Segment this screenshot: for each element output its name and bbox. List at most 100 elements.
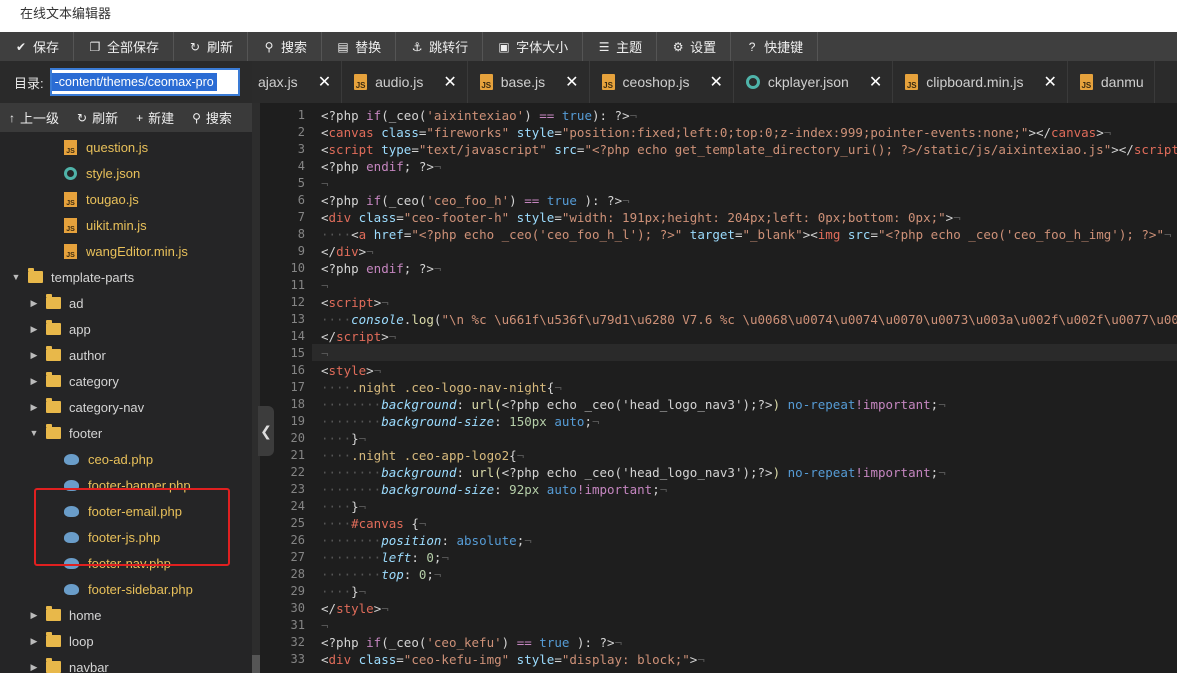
tab-base-js[interactable]: JS base.js ✕ — [468, 61, 590, 103]
save-all-button[interactable]: ❐ 全部保存 — [74, 32, 175, 61]
tab-danmu[interactable]: JS danmu — [1068, 61, 1155, 103]
parent-dir-button[interactable]: ↑ 上一级 — [0, 108, 68, 127]
code-line[interactable]: ¬ — [321, 277, 1177, 294]
caret-right-icon[interactable]: ▶ — [28, 402, 40, 413]
code-line[interactable]: <?php endif; ?>¬ — [321, 260, 1177, 277]
settings-button[interactable]: ⚙ 设置 — [657, 32, 732, 61]
code-line[interactable]: ········position: absolute;¬ — [321, 532, 1177, 549]
code-line[interactable]: ········top: 0;¬ — [321, 566, 1177, 583]
collapse-sidebar-button[interactable]: ❮ — [258, 406, 274, 456]
folder-item[interactable]: ▶ author — [0, 342, 252, 368]
code-line[interactable]: <?php endif; ?>¬ — [321, 158, 1177, 175]
search-button[interactable]: ⚲ 搜索 — [248, 32, 323, 61]
sidebar-search-button[interactable]: ⚲ 搜索 — [183, 108, 241, 127]
line-number: 28 — [290, 567, 305, 581]
close-icon[interactable]: ✕ — [1043, 72, 1056, 92]
close-icon[interactable]: ✕ — [318, 72, 331, 92]
file-item[interactable]: footer-sidebar.php — [0, 576, 252, 602]
code-line[interactable]: <div class="ceo-footer-h" style="width: … — [321, 209, 1177, 226]
folder-item[interactable]: ▶ loop — [0, 628, 252, 654]
chevron-left-icon: ❮ — [260, 422, 272, 439]
file-item[interactable]: JS tougao.js — [0, 186, 252, 212]
code-line[interactable]: ····}¬ — [321, 583, 1177, 600]
folder-item[interactable]: ▶ app — [0, 316, 252, 342]
code-line[interactable]: ····<a href="<?php echo _ceo('ceo_foo_h_… — [321, 226, 1177, 243]
directory-input[interactable]: -content/themes/ceomax-pro — [49, 68, 240, 96]
folder-item[interactable]: ▶ ad — [0, 290, 252, 316]
sidebar-actions: ↑ 上一级 ↻ 刷新 + 新建 ⚲ 搜索 — [0, 103, 252, 132]
file-item[interactable]: JS uikit.min.js — [0, 212, 252, 238]
sidebar-refresh-button[interactable]: ↻ 刷新 — [68, 108, 127, 127]
code-line[interactable]: <canvas class="fireworks" style="positio… — [321, 124, 1177, 141]
code-line[interactable]: ¬ — [321, 175, 1177, 192]
close-icon[interactable]: ✕ — [443, 72, 456, 92]
theme-button[interactable]: ☰ 主题 — [583, 32, 658, 61]
tab-ajax-js[interactable]: ajax.js ✕ — [252, 61, 343, 103]
close-icon[interactable]: ✕ — [565, 72, 578, 92]
code-line[interactable]: ········background: url(<?php echo _ceo(… — [321, 464, 1177, 481]
folder-item[interactable]: ▶ navbar — [0, 654, 252, 673]
caret-right-icon[interactable]: ▶ — [28, 376, 40, 387]
line-number: 23 — [290, 482, 305, 496]
sidebar-scrollbar[interactable] — [252, 103, 260, 673]
file-item[interactable]: JS wangEditor.min.js — [0, 238, 252, 264]
file-item[interactable]: JS question.js — [0, 134, 252, 160]
folder-item[interactable]: ▼ template-parts — [0, 264, 252, 290]
close-icon[interactable]: ✕ — [869, 72, 882, 92]
tab-clipboard-min-js[interactable]: JS clipboard.min.js ✕ — [893, 61, 1068, 103]
directory-bar: 目录: -content/themes/ceomax-pro — [0, 61, 252, 103]
code-line[interactable]: <style>¬ — [321, 362, 1177, 379]
folder-icon — [46, 372, 61, 387]
file-item[interactable]: ceo-ad.php — [0, 446, 252, 472]
code-line[interactable]: <?php if(_ceo('aixintexiao') == true): ?… — [321, 107, 1177, 124]
code-line[interactable]: ····.night .ceo-app-logo2{¬ — [321, 447, 1177, 464]
folder-item[interactable]: ▶ category-nav — [0, 394, 252, 420]
goto-line-button[interactable]: ⚓ 跳转行 — [396, 32, 484, 61]
refresh-button[interactable]: ↻ 刷新 — [174, 32, 249, 61]
code-line[interactable]: </style>¬ — [321, 600, 1177, 617]
code-line[interactable]: ········background-size: 92px auto!impor… — [321, 481, 1177, 498]
folder-item[interactable]: ▶ category — [0, 368, 252, 394]
tab-ceoshop-js[interactable]: JS ceoshop.js ✕ — [590, 61, 734, 103]
code-line[interactable]: ····}¬ — [321, 430, 1177, 447]
code-line[interactable]: <div class="ceo-kefu-img" style="display… — [321, 651, 1177, 668]
caret-right-icon[interactable]: ▶ — [28, 350, 40, 361]
code-line[interactable]: ····console.log("\n %c \u661f\u536f\u79d… — [321, 311, 1177, 328]
code-line[interactable]: </script>¬ — [321, 328, 1177, 345]
code-editor[interactable]: 1 2 3 4 5 6 7 8 9 10 11 12 13 14 15 16 17 18 19 20 21 22 23 24 2… — [260, 103, 1177, 673]
caret-right-icon[interactable]: ▶ — [28, 610, 40, 621]
code-line[interactable]: ····#canvas {¬ — [321, 515, 1177, 532]
sidebar-scrollbar-thumb[interactable] — [252, 655, 260, 673]
code-line[interactable]: ¬ — [321, 345, 1177, 362]
tab-audio-js[interactable]: JS audio.js ✕ — [342, 61, 468, 103]
code-line[interactable]: </div>¬ — [321, 243, 1177, 260]
code-line[interactable]: ····.night .ceo-logo-nav-night{¬ — [321, 379, 1177, 396]
new-file-button[interactable]: + 新建 — [127, 108, 183, 127]
code-line[interactable]: ¬ — [321, 617, 1177, 634]
save-button[interactable]: ✔ 保存 — [0, 32, 75, 61]
caret-down-icon[interactable]: ▼ — [10, 272, 22, 282]
folder-icon — [46, 658, 61, 673]
folder-item[interactable]: ▶ home — [0, 602, 252, 628]
code-line[interactable]: ········left: 0;¬ — [321, 549, 1177, 566]
tab-ckplayer-json[interactable]: ckplayer.json ✕ — [734, 61, 894, 103]
file-item[interactable]: style.json — [0, 160, 252, 186]
code-line[interactable]: <script type="text/javascript" src="<?ph… — [321, 141, 1177, 158]
caret-right-icon[interactable]: ▶ — [28, 662, 40, 673]
code-line[interactable]: <?php if(_ceo('ceo_kefu') == true ): ?>¬ — [321, 634, 1177, 651]
shortcuts-button[interactable]: ? 快捷键 — [731, 32, 819, 61]
caret-right-icon[interactable]: ▶ — [28, 298, 40, 309]
code-line[interactable]: <?php if(_ceo('ceo_foo_h') == true ): ?>… — [321, 192, 1177, 209]
caret-right-icon[interactable]: ▶ — [28, 636, 40, 647]
code-line[interactable]: ········background: url(<?php echo _ceo(… — [321, 396, 1177, 413]
font-size-button[interactable]: ▣ 字体大小 — [483, 32, 584, 61]
code-line[interactable]: ····}¬ — [321, 498, 1177, 515]
caret-right-icon[interactable]: ▶ — [28, 324, 40, 335]
folder-item[interactable]: ▼ footer — [0, 420, 252, 446]
tab-label: base.js — [500, 74, 546, 90]
close-icon[interactable]: ✕ — [709, 72, 722, 92]
replace-button[interactable]: ▤ 替换 — [322, 32, 397, 61]
code-line[interactable]: ········background-size: 150px auto;¬ — [321, 413, 1177, 430]
caret-down-icon[interactable]: ▼ — [28, 428, 40, 438]
code-line[interactable]: <script>¬ — [321, 294, 1177, 311]
